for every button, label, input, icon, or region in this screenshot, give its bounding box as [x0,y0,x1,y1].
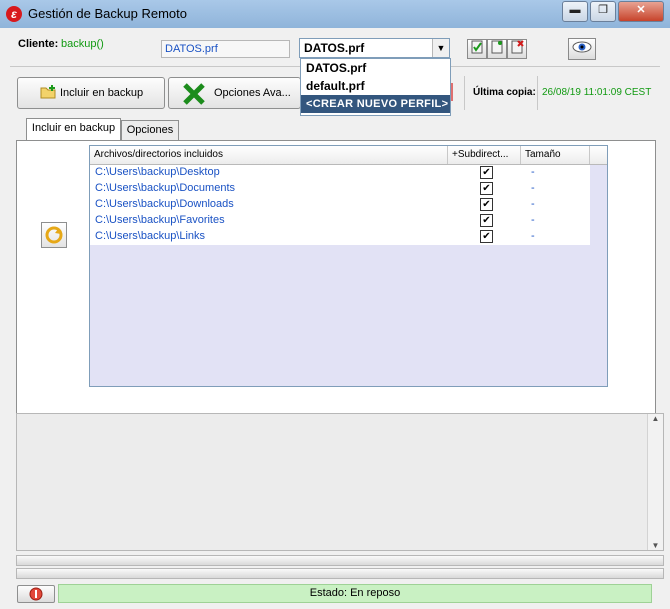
list-header: Archivos/directorios incluidos +Subdirec… [90,146,607,165]
divider [537,76,538,110]
eye-icon [572,41,592,53]
dropdown-option[interactable]: DATOS.prf [301,59,450,77]
included-files-list[interactable]: Archivos/directorios incluidos +Subdirec… [89,145,608,387]
profile-select[interactable]: DATOS.prf ▼ [299,38,450,58]
row-size: - [531,182,535,194]
last-copy-value: 26/08/19 11:01:09 CEST [542,87,652,98]
delete-document-icon [511,40,524,54]
dropdown-option-selected[interactable]: <CREAR NUEVO PERFIL> [301,95,450,113]
scroll-up-icon[interactable]: ▲ [648,414,663,423]
window-title: Gestión de Backup Remoto [28,6,187,21]
divider [464,76,465,110]
row-path: C:\Users\backup\Desktop [95,166,220,178]
folder-add-icon [40,85,56,99]
tools-icon [183,83,205,105]
row-path: C:\Users\backup\Favorites [95,214,225,226]
progress-bar [16,555,664,566]
subdirs-checkbox[interactable]: ✔ [480,166,493,179]
advanced-options-button[interactable]: Opciones Ava... [168,77,301,109]
include-in-backup-button[interactable]: Incluir en backup [17,77,165,109]
check-document-icon [471,40,483,54]
column-header-size[interactable]: Tamaño [521,146,590,164]
main-window: ε Gestión de Backup Remoto ▬ ❐ ✕ Cliente… [0,0,670,609]
column-header-subdirs[interactable]: +Subdirect... [448,146,521,164]
log-area[interactable]: ▲ ▼ [16,413,664,551]
divider [451,83,453,101]
list-item[interactable]: C:\Users\backup\Desktop ✔ - [90,165,590,181]
new-document-icon [491,40,503,54]
row-size: - [531,230,535,242]
list-rows: C:\Users\backup\Desktop ✔ - C:\Users\bac… [90,165,590,245]
subdirs-checkbox[interactable]: ✔ [480,214,493,227]
list-item[interactable]: C:\Users\backup\Favorites ✔ - [90,213,590,229]
delete-profile-button[interactable] [507,39,527,59]
accept-profile-button[interactable] [467,39,487,59]
column-header-files[interactable]: Archivos/directorios incluidos [90,146,448,164]
row-path: C:\Users\backup\Links [95,230,206,242]
progress-bar [16,568,664,579]
refresh-icon [45,226,63,244]
dropdown-option[interactable]: default.prf [301,77,450,95]
close-button[interactable]: ✕ [618,1,664,22]
view-button[interactable] [568,38,596,60]
maximize-button[interactable]: ❐ [590,1,616,22]
title-bar[interactable]: ε Gestión de Backup Remoto ▬ ❐ ✕ [0,0,670,28]
subdirs-checkbox[interactable]: ✔ [480,182,493,195]
row-size: - [531,214,535,226]
tab-options[interactable]: Opciones [121,120,179,140]
list-item[interactable]: C:\Users\backup\Documents ✔ - [90,181,590,197]
advanced-button-label: Opciones Ava... [214,87,291,99]
profile-name-field[interactable]: DATOS.prf [161,40,290,58]
include-button-label: Incluir en backup [60,87,144,99]
profile-dropdown-list: DATOS.prf default.prf <CREAR NUEVO PERFI… [300,58,451,116]
chevron-down-icon[interactable]: ▼ [432,39,449,57]
list-item[interactable]: C:\Users\backup\Downloads ✔ - [90,197,590,213]
refresh-button[interactable] [41,222,67,248]
row-path: C:\Users\backup\Downloads [95,198,234,210]
client-value: backup() [61,38,104,50]
row-size: - [531,198,535,210]
status-bar: Estado: En reposo [58,584,652,603]
app-logo-icon: ε [6,6,22,22]
log-scrollbar[interactable]: ▲ ▼ [647,414,663,550]
profile-select-value: DATOS.prf [304,41,365,55]
new-profile-button[interactable] [487,39,507,59]
scroll-down-icon[interactable]: ▼ [648,541,663,550]
stop-button[interactable] [17,585,55,603]
tab-include-in-backup[interactable]: Incluir en backup [26,118,121,140]
subdirs-checkbox[interactable]: ✔ [480,198,493,211]
list-item[interactable]: C:\Users\backup\Links ✔ - [90,229,590,245]
subdirs-checkbox[interactable]: ✔ [480,230,493,243]
row-path: C:\Users\backup\Documents [95,182,235,194]
stop-icon [29,587,43,601]
client-label: Cliente: [18,38,59,50]
row-size: - [531,166,535,178]
last-copy-label: Última copia: [473,87,536,98]
minimize-button[interactable]: ▬ [562,1,588,22]
